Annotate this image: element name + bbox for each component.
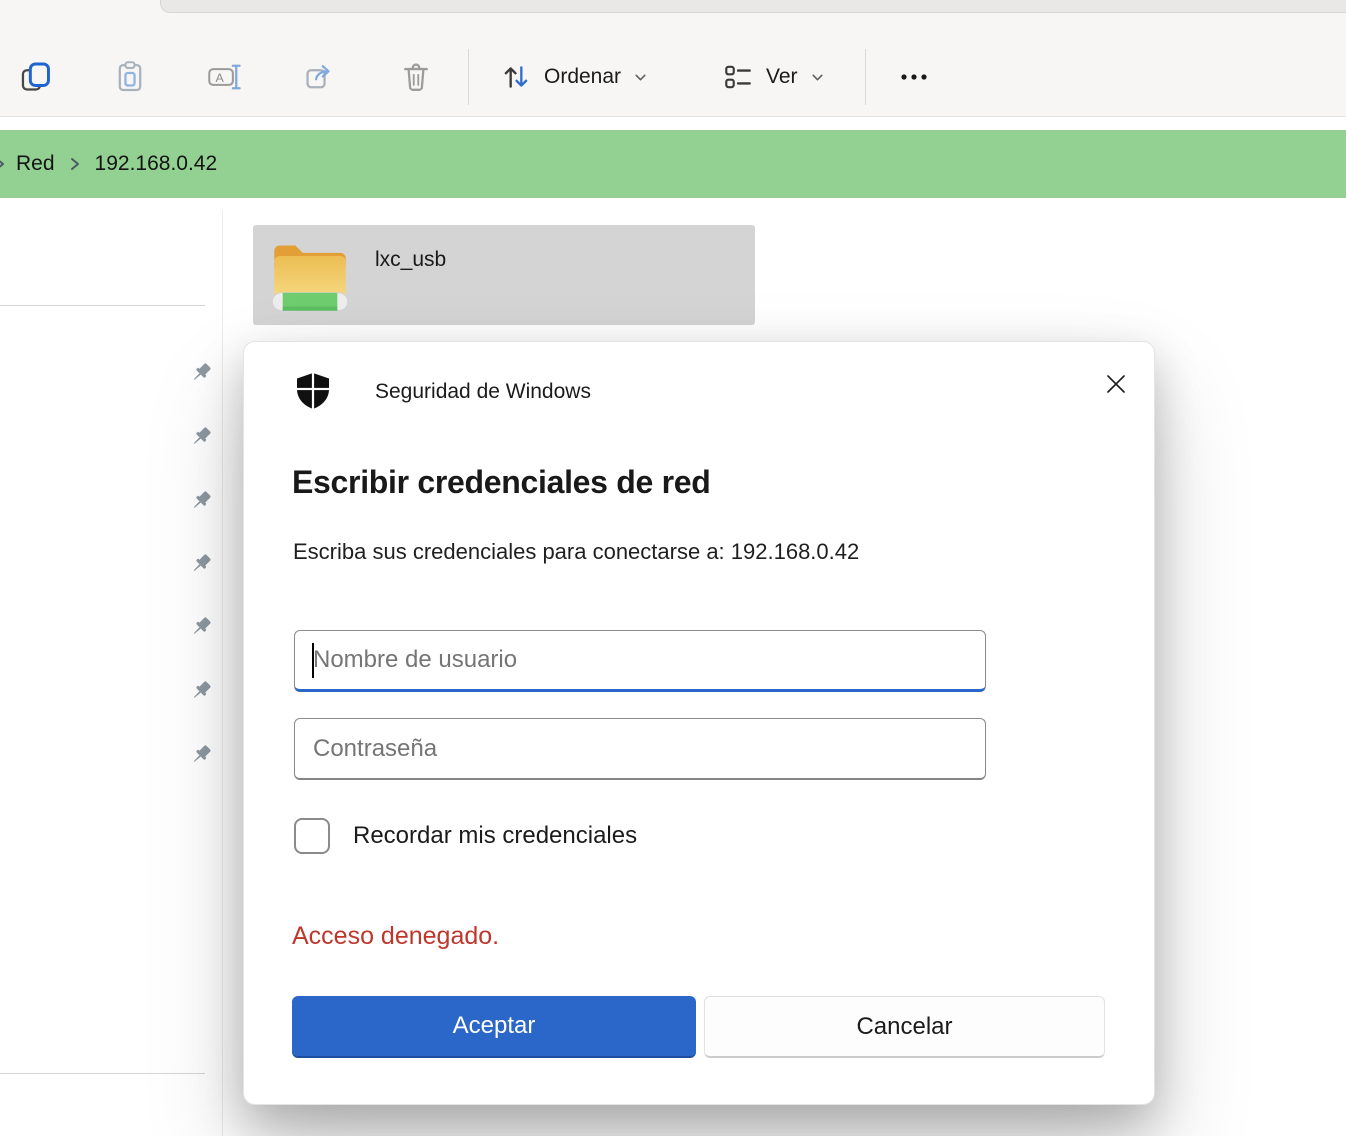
tab-strip-body bbox=[160, 0, 1346, 13]
more-options-button[interactable] bbox=[888, 51, 940, 103]
tab-strip bbox=[0, 0, 1346, 13]
address-bar[interactable]: Red 192.168.0.42 bbox=[0, 130, 1346, 198]
svg-text:A: A bbox=[215, 71, 224, 85]
file-row-lxc-usb[interactable]: lxc_usb bbox=[253, 225, 755, 325]
file-explorer-window: A bbox=[0, 0, 1346, 1136]
password-input[interactable] bbox=[295, 719, 985, 778]
network-folder-icon bbox=[268, 234, 352, 318]
remember-credentials: Recordar mis credenciales bbox=[294, 818, 637, 854]
cancel-button[interactable]: Cancelar bbox=[704, 996, 1105, 1058]
rename-icon: A bbox=[207, 60, 243, 94]
pin-icon bbox=[188, 360, 214, 386]
pin-icon bbox=[188, 488, 214, 514]
close-icon bbox=[1104, 372, 1128, 396]
pane-separator bbox=[222, 210, 223, 1136]
sort-icon bbox=[500, 61, 532, 93]
pin-icon bbox=[188, 551, 214, 577]
delete-icon bbox=[399, 60, 433, 94]
view-dropdown[interactable]: Ver bbox=[712, 51, 835, 103]
nav-pane-divider bbox=[0, 305, 205, 306]
remember-checkbox[interactable] bbox=[294, 818, 330, 854]
breadcrumb-network[interactable]: Red bbox=[10, 148, 61, 180]
delete-button[interactable] bbox=[390, 51, 442, 103]
command-toolbar: A bbox=[0, 13, 1346, 117]
sort-label: Ordenar bbox=[544, 65, 621, 89]
toolbar-separator bbox=[865, 49, 866, 105]
dialog-title: Seguridad de Windows bbox=[375, 380, 591, 404]
chevron-right-icon bbox=[0, 156, 6, 172]
toolbar-separator bbox=[468, 49, 469, 105]
chevron-right-icon bbox=[69, 156, 81, 172]
pin-icon bbox=[188, 678, 214, 704]
chevron-down-icon bbox=[633, 70, 648, 85]
chevron-down-icon bbox=[810, 70, 825, 85]
username-field bbox=[294, 630, 986, 692]
more-icon bbox=[896, 62, 932, 92]
pin-icon bbox=[188, 424, 214, 450]
file-name: lxc_usb bbox=[375, 248, 446, 272]
pin-icon bbox=[188, 614, 214, 640]
shield-icon bbox=[296, 372, 330, 410]
pin-icon bbox=[188, 742, 214, 768]
copy-button[interactable] bbox=[10, 51, 62, 103]
nav-pane-divider bbox=[0, 1073, 205, 1074]
sort-dropdown[interactable]: Ordenar bbox=[490, 51, 658, 103]
share-button[interactable] bbox=[294, 51, 346, 103]
error-message: Acceso denegado. bbox=[292, 922, 499, 951]
dialog-heading: Escribir credenciales de red bbox=[292, 464, 711, 501]
copy-icon bbox=[19, 60, 53, 94]
dialog-subtitle: Escriba sus credenciales para conectarse… bbox=[293, 539, 859, 565]
share-icon bbox=[303, 60, 337, 94]
text-cursor bbox=[312, 643, 314, 678]
password-field bbox=[294, 718, 986, 780]
close-button[interactable] bbox=[1090, 358, 1142, 410]
rename-button[interactable]: A bbox=[199, 51, 251, 103]
accept-button[interactable]: Aceptar bbox=[292, 996, 696, 1058]
windows-security-dialog: Seguridad de Windows Escribir credencial… bbox=[243, 341, 1155, 1105]
remember-label: Recordar mis credenciales bbox=[353, 822, 637, 850]
username-input[interactable] bbox=[295, 631, 985, 689]
view-icon bbox=[722, 61, 754, 93]
paste-icon bbox=[113, 60, 147, 94]
breadcrumb-host[interactable]: 192.168.0.42 bbox=[89, 148, 224, 180]
paste-button[interactable] bbox=[104, 51, 156, 103]
view-label: Ver bbox=[766, 65, 798, 89]
